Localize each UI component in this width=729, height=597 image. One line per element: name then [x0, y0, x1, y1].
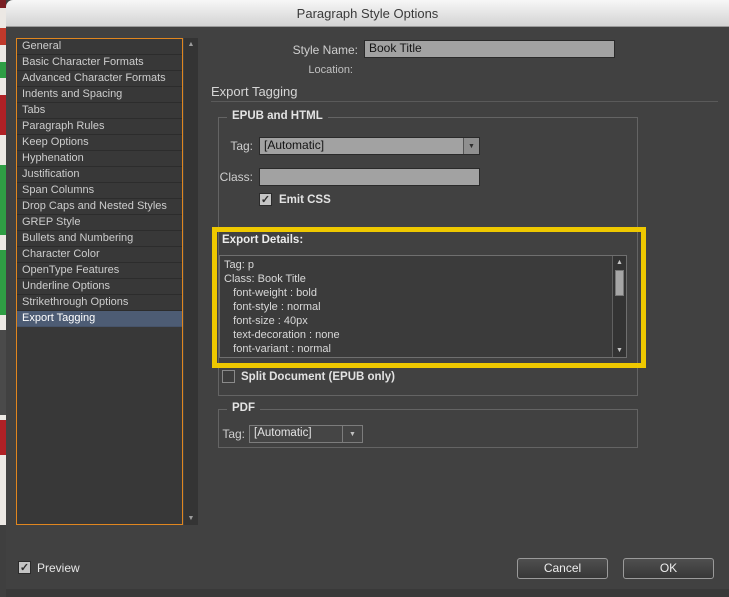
style-options-list: General Basic Character Formats Advanced C…	[16, 38, 183, 525]
sidebar-item-justification[interactable]: Justification	[17, 167, 182, 183]
epub-tag-dropdown[interactable]: [Automatic] ▼	[259, 137, 480, 155]
emit-css-checkbox[interactable]: ✓	[259, 193, 272, 206]
export-details-box: Tag: p Class: Book Title font-weight : bo…	[219, 255, 627, 358]
sidebar-item-basic-character-formats[interactable]: Basic Character Formats	[17, 55, 182, 71]
sidebar-scrollbar[interactable]: ▲ ▼	[184, 38, 198, 525]
chevron-down-icon[interactable]: ▼	[463, 138, 479, 154]
emit-css-label: Emit CSS	[279, 194, 331, 206]
background-patch	[0, 525, 6, 597]
background-sliver	[0, 0, 6, 597]
dialog-bottom-edge	[6, 589, 729, 597]
epub-class-label: Class:	[219, 170, 253, 184]
sidebar-item-export-tagging[interactable]: Export Tagging	[17, 311, 182, 327]
dialog-titlebar: Paragraph Style Options	[6, 0, 729, 27]
background-patch	[0, 62, 6, 78]
background-patch	[0, 420, 6, 455]
sidebar-item-character-color[interactable]: Character Color	[17, 247, 182, 263]
style-name-label: Style Name:	[292, 43, 358, 57]
style-name-input[interactable]: Book Title	[364, 40, 615, 58]
sidebar-item-strikethrough-options[interactable]: Strikethrough Options	[17, 295, 182, 311]
epub-tag-label: Tag:	[230, 139, 253, 153]
section-divider	[211, 101, 718, 102]
export-details-scrollbar[interactable]: ▲ ▼	[612, 256, 626, 357]
export-detail-line: text-decoration : none	[224, 329, 340, 341]
sidebar-item-span-columns[interactable]: Span Columns	[17, 183, 182, 199]
scroll-up-icon[interactable]: ▲	[613, 259, 626, 266]
sidebar-item-tabs[interactable]: Tabs	[17, 103, 182, 119]
scrollbar-thumb[interactable]	[615, 270, 624, 296]
pdf-legend: PDF	[227, 402, 260, 414]
cancel-button[interactable]: Cancel	[517, 558, 608, 579]
scroll-up-icon[interactable]: ▲	[184, 41, 198, 48]
epub-tag-value: [Automatic]	[260, 138, 463, 154]
sidebar-item-grep-style[interactable]: GREP Style	[17, 215, 182, 231]
chevron-down-icon[interactable]: ▼	[342, 426, 362, 442]
sidebar-item-drop-caps-and-nested-styles[interactable]: Drop Caps and Nested Styles	[17, 199, 182, 215]
export-detail-line: Tag: p	[224, 259, 254, 271]
scroll-down-icon[interactable]: ▼	[184, 515, 198, 522]
export-detail-line: Class: Book Title	[224, 273, 306, 285]
sidebar-item-advanced-character-formats[interactable]: Advanced Character Formats	[17, 71, 182, 87]
export-details-label: Export Details:	[222, 234, 304, 246]
pdf-tag-dropdown[interactable]: [Automatic] ▼	[249, 425, 363, 443]
ok-button[interactable]: OK	[623, 558, 714, 579]
export-detail-line: font-size : 40px	[224, 315, 308, 327]
pdf-group: PDF Tag: [Automatic] ▼	[218, 402, 638, 448]
background-patch	[0, 330, 6, 415]
pdf-tag-label: Tag:	[222, 427, 245, 441]
sidebar-item-keep-options[interactable]: Keep Options	[17, 135, 182, 151]
preview-checkbox[interactable]: ✓	[18, 561, 31, 574]
export-details-text: Tag: p Class: Book Title font-weight : bo…	[224, 258, 610, 355]
export-detail-line: font-style : normal	[224, 301, 321, 313]
location-label: Location:	[308, 64, 353, 76]
background-patch	[0, 28, 6, 45]
section-title: Export Tagging	[211, 84, 298, 99]
pdf-tag-value: [Automatic]	[250, 426, 342, 442]
export-detail-line: font-variant : normal	[224, 343, 331, 355]
split-document-checkbox[interactable]	[222, 370, 235, 383]
paragraph-style-options-dialog: Paragraph Style Options General Basic Cha…	[0, 0, 729, 597]
scroll-down-icon[interactable]: ▼	[613, 347, 626, 354]
sidebar-item-hyphenation[interactable]: Hyphenation	[17, 151, 182, 167]
sidebar-item-paragraph-rules[interactable]: Paragraph Rules	[17, 119, 182, 135]
split-document-label: Split Document (EPUB only)	[241, 371, 395, 383]
sidebar-item-bullets-and-numbering[interactable]: Bullets and Numbering	[17, 231, 182, 247]
sidebar-item-opentype-features[interactable]: OpenType Features	[17, 263, 182, 279]
dialog-title: Paragraph Style Options	[296, 5, 439, 21]
sidebar-item-indents-and-spacing[interactable]: Indents and Spacing	[17, 87, 182, 103]
sidebar-item-general[interactable]: General	[17, 39, 182, 55]
background-patch	[0, 250, 6, 315]
epub-class-input[interactable]	[259, 168, 480, 186]
background-patch	[0, 165, 6, 235]
sidebar-item-underline-options[interactable]: Underline Options	[17, 279, 182, 295]
preview-label: Preview	[37, 561, 80, 575]
background-patch	[0, 95, 6, 135]
epub-html-legend: EPUB and HTML	[227, 110, 328, 122]
export-detail-line: font-weight : bold	[224, 287, 317, 299]
